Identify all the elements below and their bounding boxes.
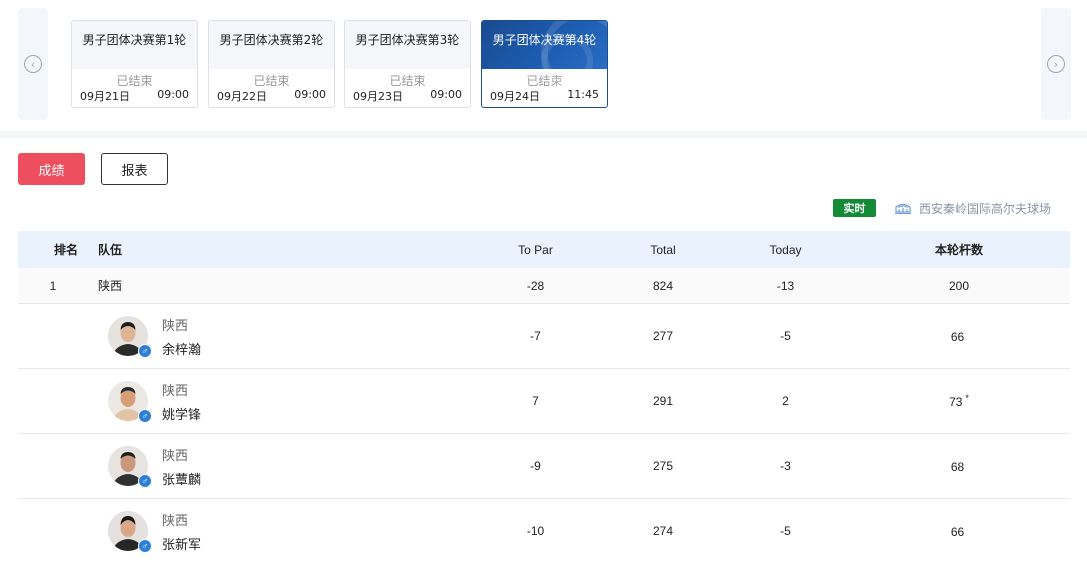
male-icon: ♂ <box>138 344 152 358</box>
report-button[interactable]: 报表 <box>101 153 168 185</box>
header-topar[interactable]: To Par <box>468 243 603 257</box>
strokes-cell: 66 <box>848 328 1070 344</box>
strokes-mark: * <box>965 393 969 403</box>
round-date: 09月22日 <box>217 90 267 103</box>
player-row[interactable]: ♂ 陕西 余梓瀚 -7 277 -5 66 <box>18 304 1070 369</box>
round-date: 09月24日 <box>490 90 540 103</box>
strokes-value: 68 <box>950 460 965 474</box>
player-team: 陕西 <box>162 513 189 529</box>
strokes-cell: 73 * <box>848 393 1070 409</box>
player-team: 陕西 <box>162 383 189 399</box>
header-today[interactable]: Today <box>723 243 848 257</box>
strokes-cell: 68 <box>848 458 1070 474</box>
chevron-right-circle-icon: › <box>1047 55 1065 73</box>
player-name[interactable]: 姚学锋 <box>162 404 201 423</box>
live-badge: 实时 <box>833 199 876 217</box>
topar-cell: -28 <box>526 278 545 293</box>
total-cell: 275 <box>652 459 674 473</box>
round-time: 09:00 <box>430 88 462 101</box>
round-time: 09:00 <box>294 88 326 101</box>
round-title: 男子团体决赛第1轮 <box>72 21 197 69</box>
player-row[interactable]: ♂ 陕西 姚学锋 7 291 2 73 * <box>18 369 1070 434</box>
round-date: 09月21日 <box>80 90 130 103</box>
topar-cell: 7 <box>532 394 539 408</box>
round-card-3[interactable]: 男子团体决赛第3轮 已结束 09月23日 09:00 <box>344 20 471 108</box>
player-name[interactable]: 张蕈麟 <box>162 469 201 488</box>
today-cell: 2 <box>782 394 789 408</box>
header-team[interactable]: 队伍 <box>88 241 468 258</box>
total-cell: 274 <box>652 524 674 538</box>
team-name-cell: 陕西 <box>98 279 123 293</box>
today-cell: -13 <box>776 278 795 293</box>
player-row[interactable]: ♂ 陕西 张新军 -10 274 -5 66 <box>18 499 1070 562</box>
venue-name: 西安秦岭国际高尔夫球场 <box>919 201 1052 216</box>
topar-cell: -7 <box>530 329 541 343</box>
round-status: 已结束 <box>116 74 153 88</box>
round-title: 男子团体决赛第3轮 <box>345 21 470 69</box>
header-rank[interactable]: 排名 <box>18 241 88 258</box>
topar-cell: -9 <box>530 459 541 473</box>
male-icon: ♂ <box>138 409 152 423</box>
venue-info: 西安秦岭国际高尔夫球场 <box>894 199 1051 217</box>
round-date: 09月23日 <box>353 90 403 103</box>
player-avatar[interactable]: ♂ <box>108 381 152 423</box>
today-cell: -5 <box>780 329 791 343</box>
round-time: 09:00 <box>157 88 189 101</box>
header-strokes[interactable]: 本轮杆数 <box>848 241 1070 258</box>
round-status: 已结束 <box>389 74 426 88</box>
team-row[interactable]: 1 陕西 -28 824 -13 200 <box>18 268 1070 304</box>
male-icon: ♂ <box>138 474 152 488</box>
strokes-value: 66 <box>950 330 965 344</box>
player-name[interactable]: 余梓瀚 <box>162 339 201 358</box>
round-card-1[interactable]: 男子团体决赛第1轮 已结束 09月21日 09:00 <box>71 20 198 108</box>
rank-cell: 1 <box>49 278 57 293</box>
results-button[interactable]: 成绩 <box>18 153 85 185</box>
round-time: 11:45 <box>567 88 599 101</box>
topar-cell: -10 <box>526 524 545 538</box>
round-title: 男子团体决赛第2轮 <box>209 21 334 69</box>
strokes-value: 66 <box>950 525 965 539</box>
total-cell: 291 <box>652 394 674 408</box>
chevron-left-circle-icon: ‹ <box>24 55 42 73</box>
round-status: 已结束 <box>253 74 290 88</box>
today-cell: -5 <box>780 524 791 538</box>
stadium-icon <box>895 203 911 214</box>
total-cell: 824 <box>652 278 674 293</box>
table-header: 排名 队伍 To Par Total Today 本轮杆数 <box>18 231 1070 268</box>
section-divider <box>0 131 1087 138</box>
round-card-4[interactable]: 男子团体决赛第4轮 已结束 09月24日 11:45 <box>481 20 608 108</box>
strokes-cell: 66 <box>848 523 1070 539</box>
player-name[interactable]: 张新军 <box>162 534 201 553</box>
round-carousel: ‹ 男子团体决赛第1轮 已结束 09月21日 09:00 男子团体决赛第2轮 已… <box>0 0 1087 131</box>
player-avatar[interactable]: ♂ <box>108 511 152 553</box>
leaderboard-table: 排名 队伍 To Par Total Today 本轮杆数 1 陕西 -28 8… <box>18 231 1070 562</box>
today-cell: -3 <box>780 459 791 473</box>
player-team: 陕西 <box>162 318 189 334</box>
player-team: 陕西 <box>162 448 189 464</box>
player-avatar[interactable]: ♂ <box>108 316 152 358</box>
round-card-2[interactable]: 男子团体决赛第2轮 已结束 09月22日 09:00 <box>208 20 335 108</box>
carousel-next-button[interactable]: › <box>1041 8 1071 120</box>
player-avatar[interactable]: ♂ <box>108 446 152 488</box>
player-row[interactable]: ♂ 陕西 张蕈麟 -9 275 -3 68 <box>18 434 1070 499</box>
strokes-value: 73 <box>949 395 963 409</box>
round-title: 男子团体决赛第4轮 <box>482 21 607 95</box>
male-icon: ♂ <box>138 539 152 553</box>
total-cell: 277 <box>652 329 674 343</box>
strokes-cell: 200 <box>948 278 970 293</box>
carousel-prev-button[interactable]: ‹ <box>18 8 48 120</box>
header-total[interactable]: Total <box>603 243 723 257</box>
